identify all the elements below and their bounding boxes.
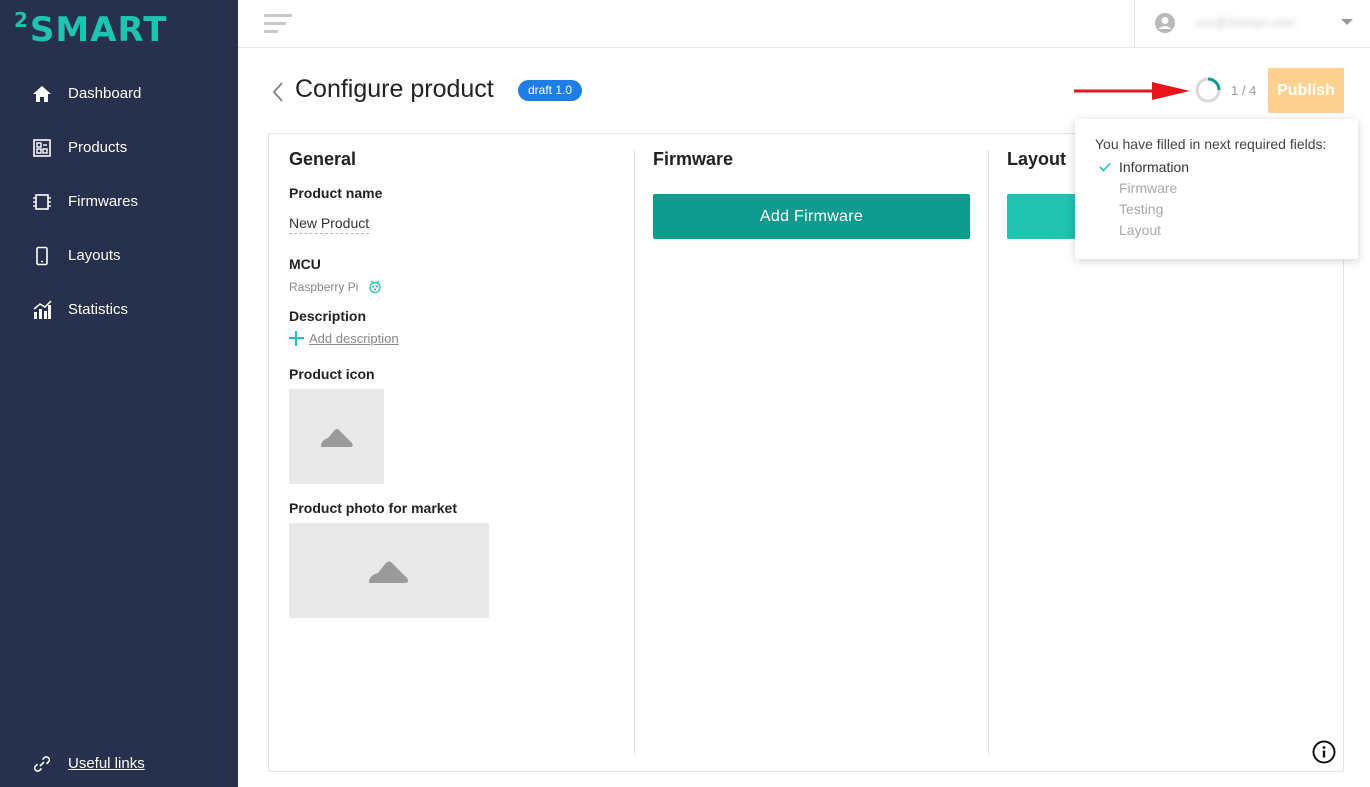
statistics-icon <box>33 300 52 319</box>
image-placeholder-icon <box>320 428 353 447</box>
sidebar-item-label: Firmwares <box>68 193 138 210</box>
mcu-label: MCU <box>289 256 321 272</box>
product-photo-upload[interactable] <box>289 523 489 618</box>
publish-button[interactable]: Publish <box>1268 68 1344 113</box>
sidebar-item-products[interactable]: Products <box>0 128 238 168</box>
mcu-value: Raspberry Pi <box>289 280 359 294</box>
plus-icon <box>289 331 304 346</box>
user-menu[interactable]: ccc@2smart.com <box>1134 0 1370 48</box>
description-label: Description <box>289 308 367 324</box>
useful-links-label[interactable]: Useful links <box>68 755 145 772</box>
user-avatar-icon <box>1155 13 1175 33</box>
column-divider <box>634 150 635 755</box>
sidebar-item-label: Products <box>68 139 128 156</box>
add-description-label[interactable]: Add description <box>309 331 399 346</box>
check-icon <box>1099 162 1111 172</box>
popover-heading: You have filled in next required fields: <box>1095 136 1327 152</box>
sidebar-item-label: Statistics <box>68 301 129 318</box>
required-fields-popover: You have filled in next required fields:… <box>1075 119 1358 259</box>
sidebar: 2SMART Dashboard Products Firmwares Layo… <box>0 0 238 787</box>
raspberry-pi-icon <box>369 280 381 294</box>
sidebar-item-layouts[interactable]: Layouts <box>0 236 238 276</box>
sidebar-item-label: Dashboard <box>68 85 142 102</box>
progress-ring-icon[interactable] <box>1194 76 1222 104</box>
chip-icon <box>33 194 51 210</box>
products-icon <box>33 139 51 157</box>
sidebar-item-statistics[interactable]: Statistics <box>0 290 238 330</box>
useful-links[interactable]: Useful links <box>0 744 238 784</box>
layout-title: Layout <box>1007 149 1067 169</box>
user-email: ccc@2smart.com <box>1195 15 1296 30</box>
product-icon-upload[interactable] <box>289 389 384 484</box>
column-divider <box>988 150 989 755</box>
progress-count: 1 / 4 <box>1231 83 1257 98</box>
link-icon <box>33 756 51 772</box>
home-icon <box>33 86 51 102</box>
product-photo-label: Product photo for market <box>289 500 458 516</box>
logo[interactable]: 2SMART <box>14 8 167 50</box>
draft-badge: draft 1.0 <box>518 80 583 101</box>
phone-icon <box>36 246 48 266</box>
sidebar-item-dashboard[interactable]: Dashboard <box>0 74 238 114</box>
popover-field-layout: Layout <box>1119 222 1162 238</box>
info-icon[interactable] <box>1312 740 1336 764</box>
menu-toggle-icon[interactable] <box>264 14 292 34</box>
sidebar-item-label: Layouts <box>68 247 121 264</box>
product-name-label: Product name <box>289 185 383 201</box>
firmware-title: Firmware <box>653 149 734 169</box>
popover-field-firmware: Firmware <box>1119 180 1178 196</box>
popover-field-information: Information <box>1119 159 1190 175</box>
page-title: Configure product <box>295 75 494 103</box>
annotation-arrow <box>1074 82 1190 100</box>
add-firmware-button[interactable]: Add Firmware <box>653 194 970 239</box>
chevron-down-icon[interactable] <box>1341 19 1353 25</box>
general-title: General <box>289 149 357 169</box>
back-arrow-icon[interactable] <box>270 80 286 104</box>
product-name-field[interactable]: New Product <box>289 215 370 234</box>
image-placeholder-icon <box>369 561 409 583</box>
product-icon-label: Product icon <box>289 366 375 382</box>
popover-field-testing: Testing <box>1119 201 1164 217</box>
top-bar: ccc@2smart.com <box>238 0 1370 48</box>
sidebar-item-firmwares[interactable]: Firmwares <box>0 182 238 222</box>
